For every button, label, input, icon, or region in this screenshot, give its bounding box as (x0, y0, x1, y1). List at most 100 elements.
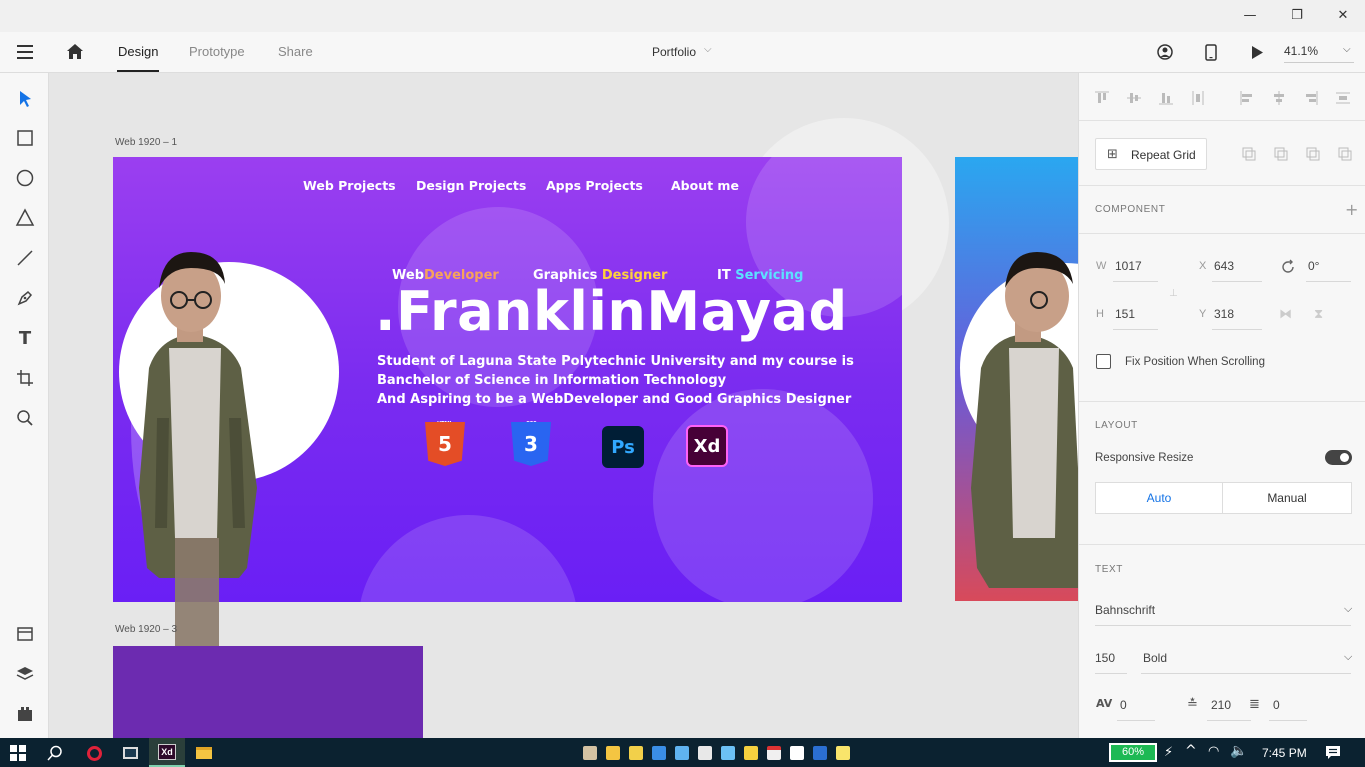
boolean-exclude-icon[interactable] (1337, 146, 1353, 162)
layers-icon[interactable] (14, 663, 36, 685)
artboard-tool-icon[interactable] (14, 367, 36, 389)
task-view-icon[interactable] (120, 743, 140, 763)
font-weight-chevron-icon[interactable]: ⌵ (1344, 650, 1352, 664)
font-size-field[interactable]: 150 (1095, 651, 1115, 665)
opera-browser-icon[interactable] (84, 743, 104, 763)
y-field[interactable]: 318 (1214, 307, 1234, 321)
home-icon[interactable] (66, 43, 84, 60)
align-bottom-icon[interactable] (1158, 90, 1174, 106)
tray-app-icon[interactable] (675, 746, 689, 760)
decor-bubble (358, 515, 578, 602)
font-family-select[interactable]: Bahnschrift (1095, 603, 1155, 617)
field-underline (1141, 673, 1351, 674)
pen-tool-icon[interactable] (14, 287, 36, 309)
document-title[interactable]: Portfolio (652, 45, 696, 59)
profile-photo (971, 252, 1078, 588)
tray-recycle-icon[interactable] (698, 746, 712, 760)
x-field[interactable]: 643 (1214, 259, 1234, 273)
align-right-icon[interactable] (1303, 90, 1319, 106)
add-component-icon[interactable]: + (1345, 200, 1358, 219)
tray-folder-icon[interactable] (629, 746, 643, 760)
plugins-icon[interactable] (14, 703, 36, 725)
minimize-button[interactable]: — (1238, 6, 1262, 26)
flip-vertical-icon[interactable]: ⧗ (1314, 307, 1323, 322)
search-icon[interactable] (47, 745, 63, 761)
flip-horizontal-icon[interactable]: ⧓ (1279, 307, 1292, 322)
tray-app-icon[interactable] (721, 746, 735, 760)
notification-icon[interactable] (1325, 745, 1341, 760)
tab-design[interactable]: Design (118, 44, 158, 59)
design-canvas[interactable]: Web 1920 – 1 Web Projects Design Project… (49, 73, 1078, 738)
adobe-xd-taskbar-button[interactable]: Xd (149, 738, 185, 767)
grid-icon: ⊞ (1107, 147, 1118, 162)
tray-app-icon[interactable] (583, 746, 597, 760)
boolean-subtract-icon[interactable] (1273, 146, 1289, 162)
font-weight-select[interactable]: Bold (1143, 651, 1167, 665)
show-hidden-icons-icon[interactable]: ^ (1185, 743, 1197, 759)
character-spacing-field[interactable]: 0 (1120, 698, 1127, 712)
resize-mode-auto[interactable]: Auto (1095, 482, 1223, 514)
tray-sticky-note-icon[interactable] (836, 746, 850, 760)
text-tool-icon[interactable]: T (14, 327, 36, 349)
hero-description-line: Banchelor of Science in Information Tech… (377, 373, 727, 388)
distribute-horizontal-icon[interactable] (1335, 90, 1351, 106)
resize-mode-manual[interactable]: Manual (1222, 482, 1352, 514)
distribute-vertical-icon[interactable] (1190, 90, 1206, 106)
tray-word-icon[interactable] (813, 746, 827, 760)
play-icon[interactable] (1251, 45, 1264, 60)
align-top-icon[interactable] (1094, 90, 1110, 106)
zoom-level[interactable]: 41.1% (1284, 44, 1318, 58)
repeat-grid-button[interactable]: ⊞ Repeat Grid (1095, 138, 1207, 170)
file-explorer-icon[interactable] (194, 743, 214, 763)
font-family-chevron-icon[interactable]: ⌵ (1344, 602, 1352, 616)
width-field[interactable]: 1017 (1115, 259, 1142, 273)
zoom-chevron-icon[interactable]: ⌵ (1343, 44, 1351, 55)
boolean-intersect-icon[interactable] (1305, 146, 1321, 162)
lock-aspect-icon[interactable]: ⊥ (1169, 288, 1178, 299)
tray-folder-icon[interactable] (606, 746, 620, 760)
line-tool-icon[interactable] (14, 247, 36, 269)
select-tool-icon[interactable] (14, 88, 36, 110)
windows-start-icon[interactable] (10, 745, 26, 761)
wifi-icon[interactable]: ◠ (1208, 744, 1219, 759)
paragraph-spacing-field[interactable]: 0 (1273, 698, 1280, 712)
site-nav-design-projects: Design Projects (416, 178, 527, 193)
volume-icon[interactable]: 🔈 (1230, 743, 1247, 759)
chevron-down-icon[interactable]: ⌵ (704, 44, 712, 55)
tray-app-icon[interactable] (767, 746, 781, 760)
height-field[interactable]: 151 (1115, 307, 1135, 321)
battery-indicator[interactable]: 60% (1109, 743, 1157, 762)
polygon-tool-icon[interactable] (14, 207, 36, 229)
panel-divider (1079, 401, 1365, 402)
rotation-field[interactable]: 0° (1308, 259, 1319, 273)
artboard-label[interactable]: Web 1920 – 1 (115, 137, 177, 148)
zoom-tool-icon[interactable] (14, 407, 36, 429)
artboard-web-1920-3[interactable] (113, 646, 423, 738)
artboard-label[interactable]: Web 1920 – 3 (115, 624, 177, 635)
hamburger-menu-icon[interactable] (17, 45, 33, 59)
tray-note-icon[interactable] (744, 746, 758, 760)
align-middle-icon[interactable] (1126, 90, 1142, 106)
charging-icon: ⚡ (1164, 744, 1174, 759)
close-button[interactable]: ✕ (1331, 6, 1355, 26)
line-spacing-field[interactable]: 210 (1211, 698, 1231, 712)
responsive-resize-toggle[interactable] (1325, 450, 1352, 465)
align-center-icon[interactable] (1271, 90, 1287, 106)
restore-button[interactable]: ❐ (1285, 6, 1309, 26)
field-underline (1306, 281, 1351, 282)
rectangle-tool-icon[interactable] (14, 127, 36, 149)
tray-document-icon[interactable] (790, 746, 804, 760)
align-left-icon[interactable] (1239, 90, 1255, 106)
tray-network-icon[interactable] (652, 746, 666, 760)
tab-share[interactable]: Share (278, 44, 313, 59)
system-clock[interactable]: 7:45 PM (1262, 746, 1307, 760)
fix-position-checkbox[interactable] (1096, 354, 1111, 369)
css3-logo-icon: 3 (511, 422, 551, 466)
ellipse-tool-icon[interactable] (14, 167, 36, 189)
user-icon[interactable] (1157, 44, 1174, 60)
tab-prototype[interactable]: Prototype (189, 44, 245, 59)
boolean-add-icon[interactable] (1241, 146, 1257, 162)
device-preview-icon[interactable] (1205, 44, 1217, 61)
field-underline (1095, 625, 1351, 626)
assets-icon[interactable] (14, 623, 36, 645)
